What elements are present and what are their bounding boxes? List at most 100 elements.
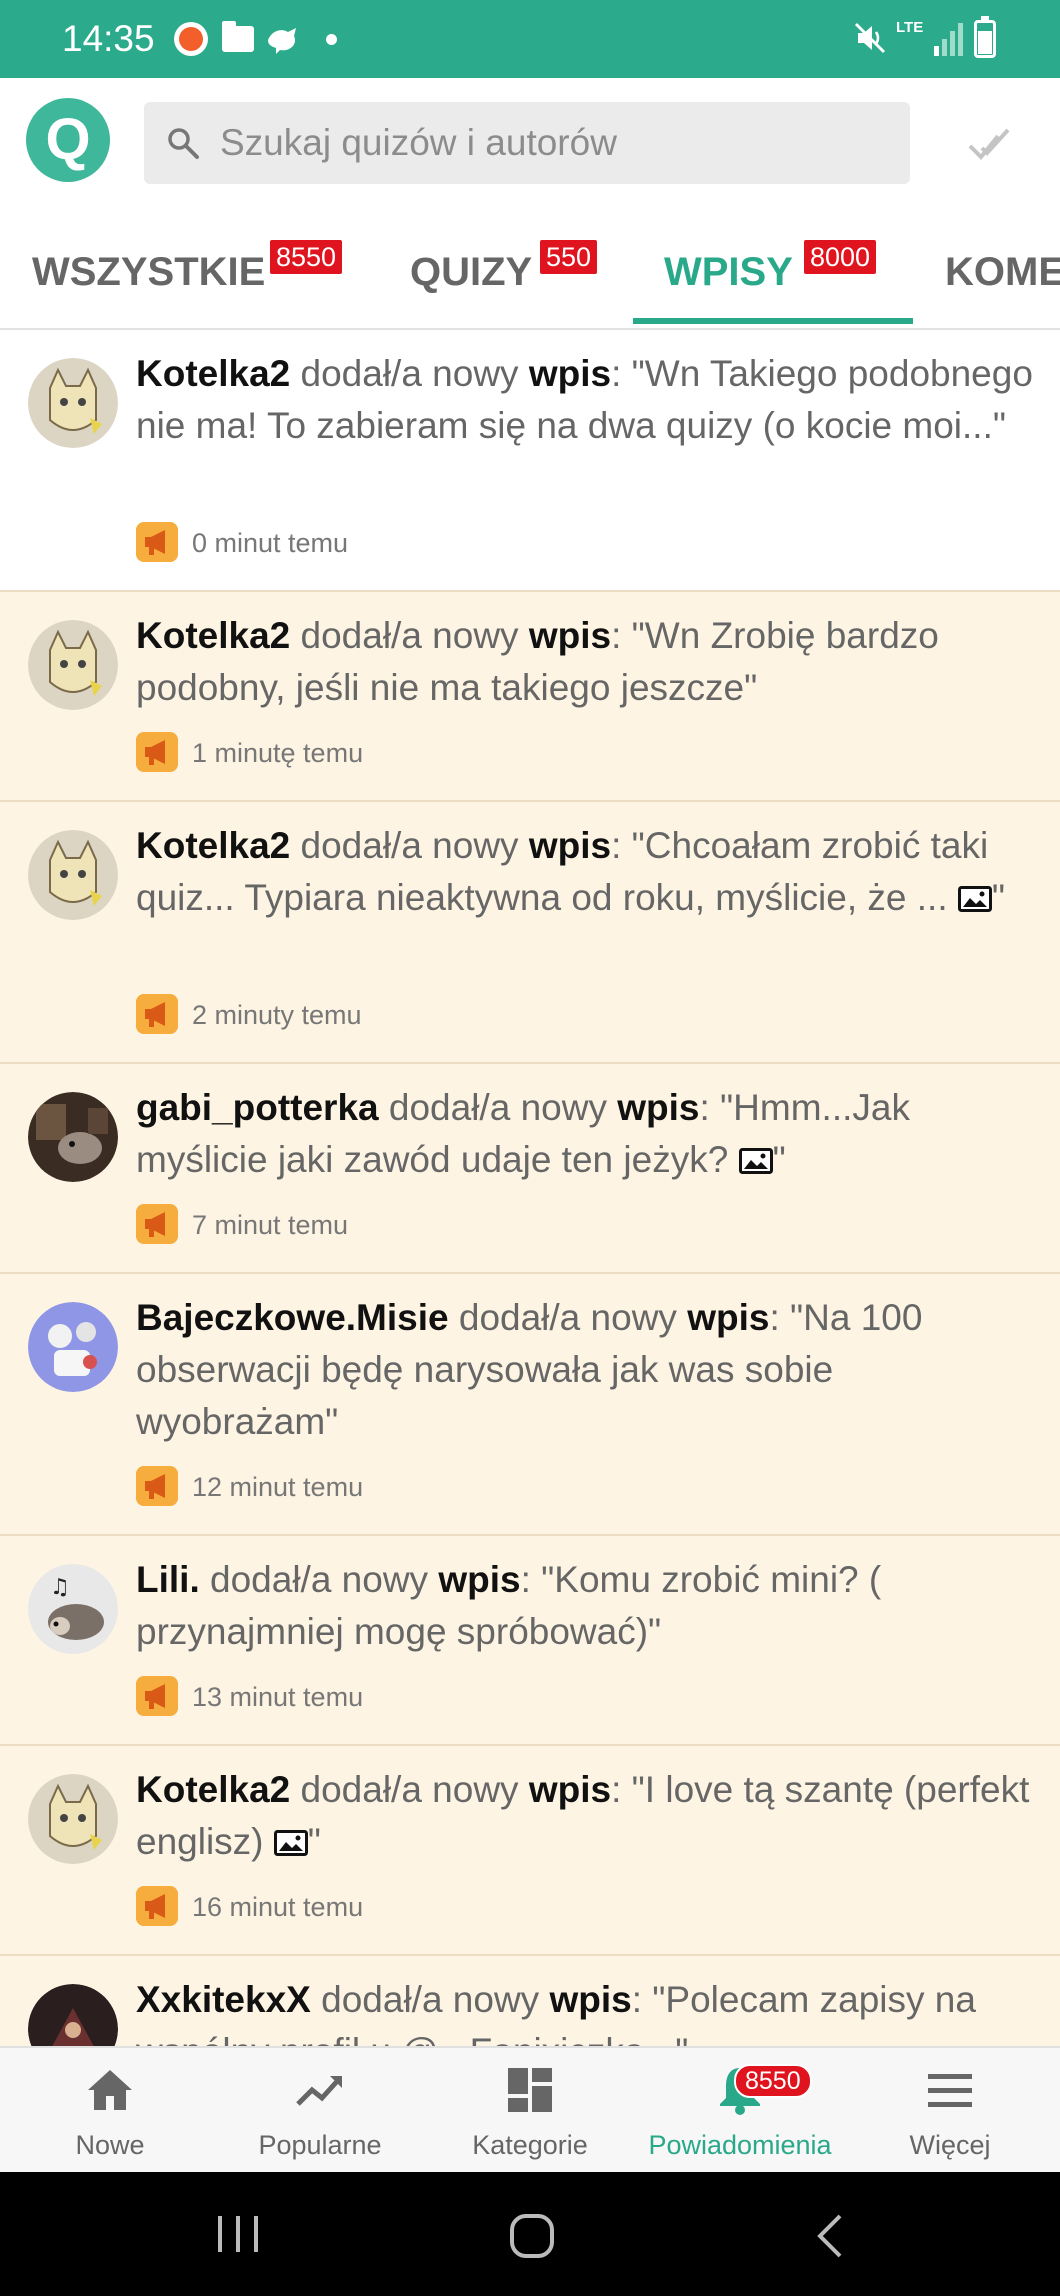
entry-type: wpis	[528, 615, 612, 656]
notification-text: gabi_potterka dodał/a nowy wpis: "Hmm...…	[136, 1082, 1036, 1186]
timestamp: 2 minuty temu	[192, 1000, 362, 1030]
author-name[interactable]: Bajeczkowe.Misie	[136, 1297, 449, 1338]
entry-type: wpis	[528, 825, 612, 866]
tab-bar: WSZYSTKIE 8550 QUIZY 550 WPISY 8000 KOME	[0, 206, 1060, 330]
avatar[interactable]	[28, 1302, 118, 1392]
folder-icon	[222, 21, 254, 52]
signal-icon	[934, 23, 963, 56]
recent-apps-icon[interactable]	[216, 2212, 260, 2256]
app-logo[interactable]: Q	[26, 98, 110, 182]
network-type: LTE	[896, 19, 924, 36]
notification-text: Kotelka2 dodał/a nowy wpis: "I love tą s…	[136, 1764, 1036, 1868]
notification-item[interactable]: XxkitekxX dodał/a nowy wpis: "Polecam za…	[0, 1956, 1060, 2046]
grid-icon	[508, 2068, 552, 2112]
avatar[interactable]	[28, 830, 118, 920]
tab-badge: 8000	[802, 238, 879, 276]
megaphone-icon	[136, 994, 178, 1034]
search-icon	[168, 128, 199, 159]
tab-label: QUIZY	[410, 250, 533, 294]
tab-badge: 8550	[268, 238, 345, 276]
nav-label: Więcej	[909, 2130, 991, 2160]
action-text: dodał/a nowy	[290, 825, 529, 866]
avatar[interactable]	[28, 1774, 118, 1864]
nav-new[interactable]: Nowe	[4, 2048, 216, 2174]
nav-more[interactable]: Więcej	[844, 2048, 1056, 2174]
mark-all-read-icon[interactable]	[968, 124, 1012, 164]
avatar[interactable]	[28, 358, 118, 448]
avatar[interactable]	[28, 620, 118, 710]
notification-item[interactable]: Kotelka2 dodał/a nowy wpis: "Wn Zrobię b…	[0, 592, 1060, 802]
nav-label: Popularne	[258, 2130, 382, 2160]
avatar[interactable]: ♫	[28, 1564, 118, 1654]
action-text: dodał/a nowy	[290, 353, 529, 394]
megaphone-icon	[136, 1204, 178, 1244]
notification-item[interactable]: gabi_potterka dodał/a nowy wpis: "Hmm...…	[0, 1064, 1060, 1274]
nav-notifications[interactable]: 8550 Powiadomienia	[634, 2048, 846, 2174]
tab-label: WSZYSTKIE	[32, 250, 266, 294]
image-icon	[738, 1148, 773, 1174]
author-name[interactable]: Kotelka2	[136, 353, 290, 394]
tab-label: KOME	[945, 250, 1060, 294]
notification-text: Kotelka2 dodał/a nowy wpis: "Wn Takiego …	[136, 348, 1036, 452]
colon-text: :	[769, 1297, 791, 1338]
nav-label: Kategorie	[472, 2130, 588, 2160]
more-notifications-dot	[326, 34, 337, 45]
avatar[interactable]	[28, 1984, 118, 2046]
notification-text: XxkitekxX dodał/a nowy wpis: "Polecam za…	[136, 1974, 1036, 2046]
colon-text: :	[631, 1979, 653, 2020]
active-tab-indicator	[633, 318, 913, 324]
avatar[interactable]	[28, 1092, 118, 1182]
author-name[interactable]: Kotelka2	[136, 1769, 290, 1810]
action-text: dodał/a nowy	[378, 1087, 618, 1128]
action-text: dodał/a nowy	[448, 1297, 688, 1338]
home-button-icon[interactable]	[508, 2212, 556, 2260]
entry-type: wpis	[528, 1769, 612, 1810]
notification-text: Lili. dodał/a nowy wpis: "Komu zrobić mi…	[136, 1554, 1036, 1658]
action-text: dodał/a nowy	[290, 1769, 529, 1810]
notification-item[interactable]: ♫ Lili. dodał/a nowy wpis: "Komu zrobić …	[0, 1536, 1060, 1746]
status-bar: 14:35 LTE	[0, 0, 1060, 78]
notification-item[interactable]: Kotelka2 dodał/a nowy wpis: "I love tą s…	[0, 1746, 1060, 1956]
author-name[interactable]: Lili.	[136, 1559, 200, 1600]
nav-label: Nowe	[75, 2130, 145, 2160]
notification-feed[interactable]: Kotelka2 dodał/a nowy wpis: "Wn Takiego …	[0, 330, 1060, 2046]
timestamp: 16 minut temu	[192, 1892, 364, 1922]
mute-icon	[854, 22, 886, 54]
notification-text: Kotelka2 dodał/a nowy wpis: "Chcoałam zr…	[136, 820, 1036, 924]
colon-text: :	[520, 1559, 542, 1600]
nav-popular[interactable]: Popularne	[214, 2048, 426, 2174]
notification-item[interactable]: Bajeczkowe.Misie dodał/a nowy wpis: "Na …	[0, 1274, 1060, 1536]
timestamp: 7 minut temu	[192, 1210, 349, 1240]
search-input[interactable]	[220, 102, 900, 184]
image-icon	[273, 1830, 308, 1856]
colon-text: :	[611, 1769, 632, 1810]
colon-text: :	[699, 1087, 721, 1128]
excerpt-end: "	[307, 1821, 321, 1862]
back-icon[interactable]	[812, 2212, 848, 2260]
tab-label: WPISY	[664, 250, 793, 294]
action-text: dodał/a nowy	[199, 1559, 439, 1600]
colon-text: :	[611, 615, 632, 656]
author-name[interactable]: Kotelka2	[136, 615, 290, 656]
colon-text: :	[611, 353, 632, 394]
notification-item[interactable]: Kotelka2 dodał/a nowy wpis: "Wn Takiego …	[0, 330, 1060, 592]
notification-item[interactable]: Kotelka2 dodał/a nowy wpis: "Chcoałam zr…	[0, 802, 1060, 1064]
author-name[interactable]: gabi_potterka	[136, 1087, 379, 1128]
megaphone-icon	[136, 522, 178, 562]
nav-categories[interactable]: Kategorie	[424, 2048, 636, 2174]
top-bar: Q	[0, 78, 1060, 206]
entry-type: wpis	[549, 1979, 632, 2020]
home-icon	[88, 2070, 132, 2110]
entry-type: wpis	[528, 353, 612, 394]
author-name[interactable]: XxkitekxX	[136, 1979, 311, 2020]
excerpt-end: "	[991, 877, 1006, 918]
bird-icon	[268, 28, 296, 54]
excerpt-end: "	[772, 1139, 786, 1180]
system-navigation-bar	[0, 2172, 1060, 2296]
search-box[interactable]	[144, 102, 910, 184]
entry-type: wpis	[438, 1559, 521, 1600]
author-name[interactable]: Kotelka2	[136, 825, 290, 866]
megaphone-icon	[136, 732, 178, 772]
app-notification-icon	[174, 22, 208, 56]
megaphone-icon	[136, 1466, 178, 1506]
